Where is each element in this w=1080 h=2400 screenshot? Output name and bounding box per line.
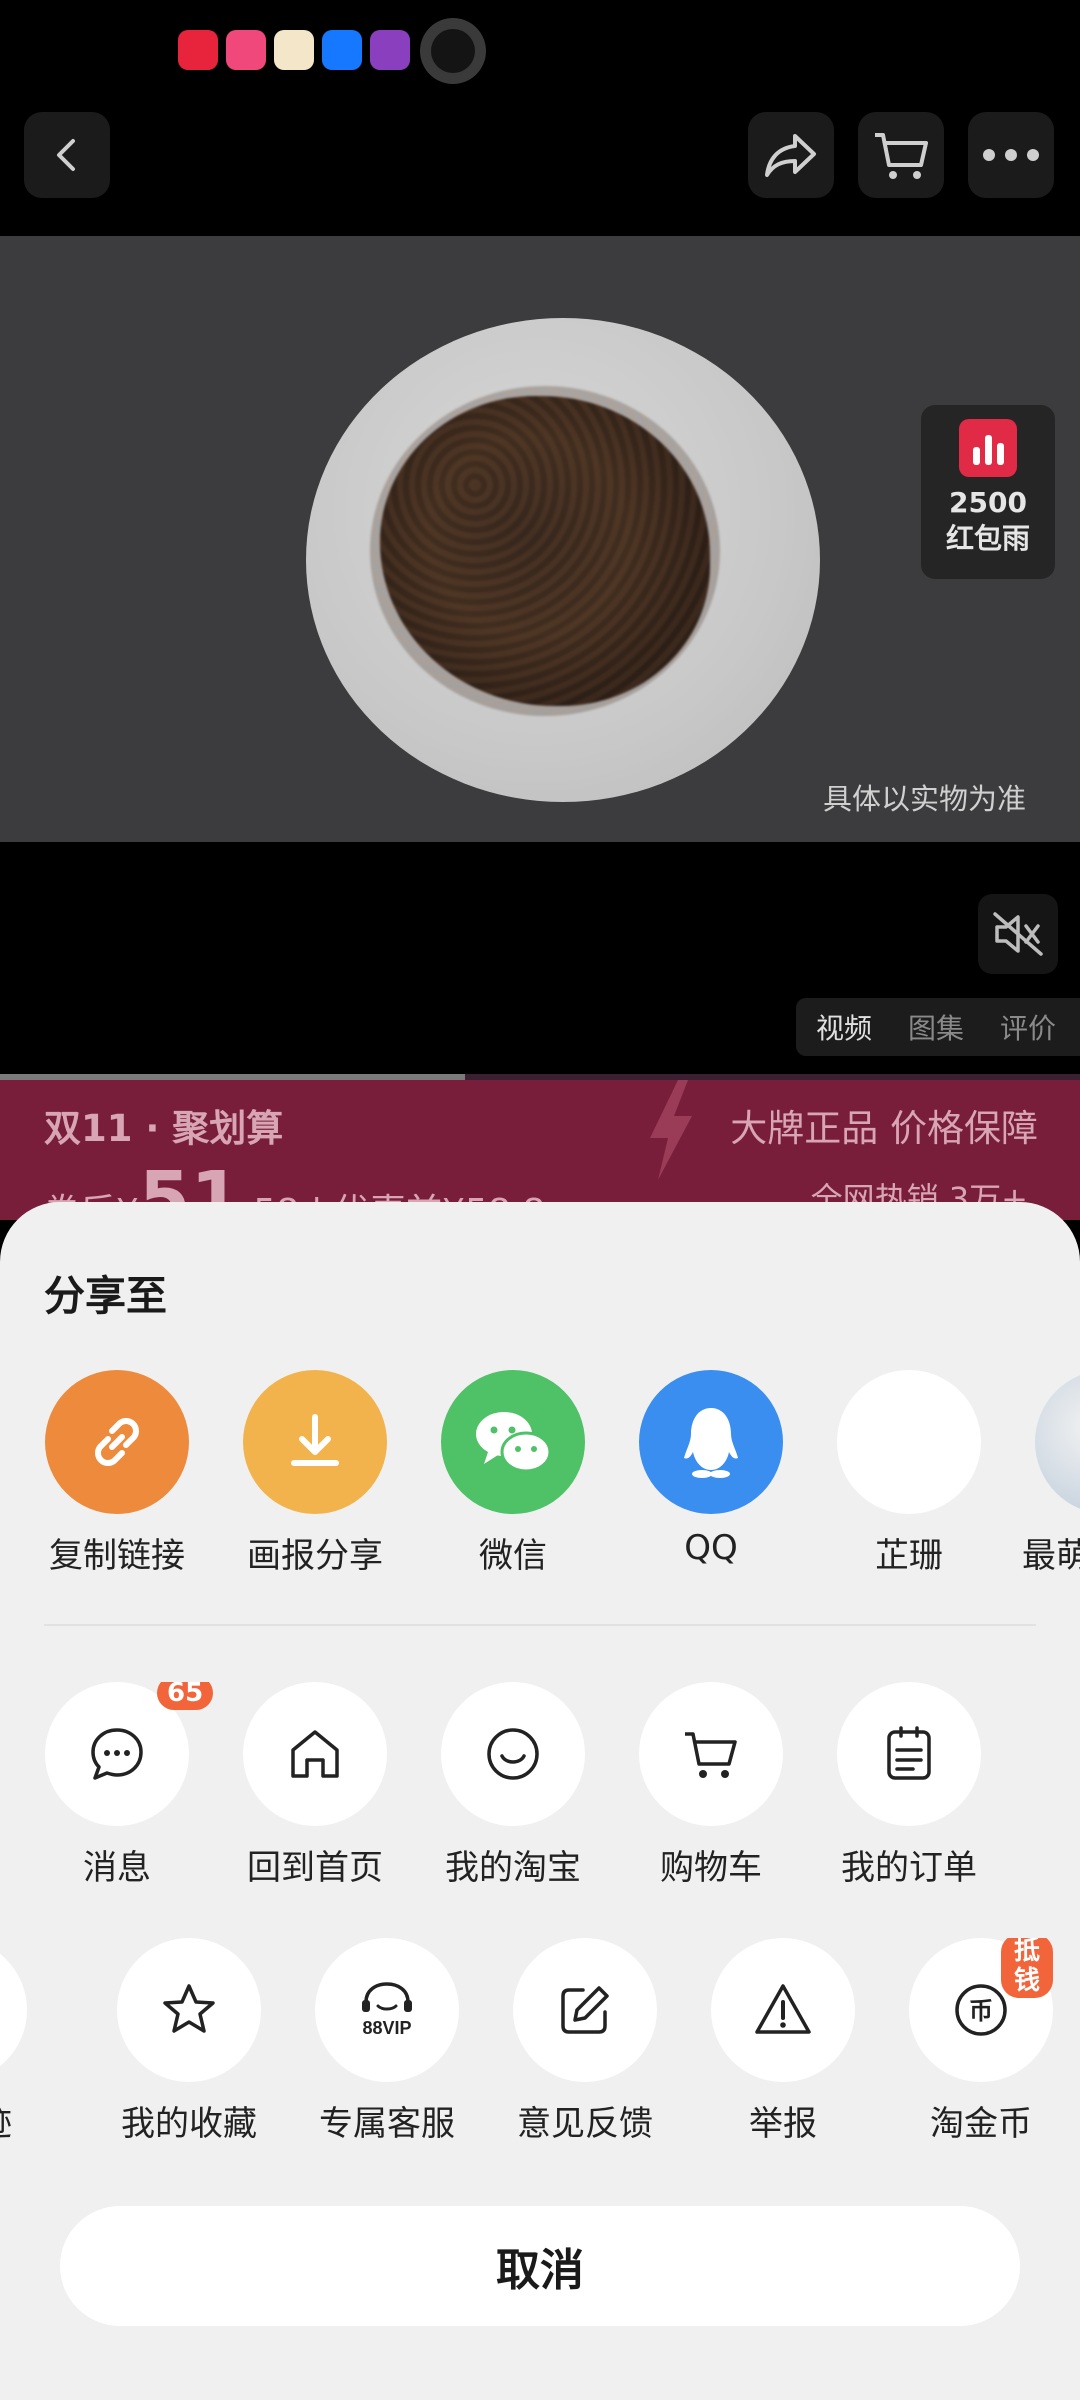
promo-brand: 双11 · 聚划算 <box>44 1107 284 1150</box>
footprint-icon <box>0 1938 27 2082</box>
message-icon: 65 <box>45 1682 214 1826</box>
tab-video[interactable]: 视频 <box>816 1007 872 1047</box>
cart-icon <box>875 133 928 179</box>
share-arrow-icon <box>765 134 816 177</box>
speaker-muted-icon <box>993 912 1043 956</box>
share-contact[interactable]: 芷珊 <box>824 1370 994 1577</box>
tab-reviews[interactable]: 评价 <box>1000 1007 1056 1047</box>
report-button[interactable]: 举报 <box>698 1938 868 2145</box>
88vip-headset-icon: 88VIP <box>315 1938 459 2082</box>
customer-service-button[interactable]: 88VIP 专属客服 <box>302 1938 472 2145</box>
quick-actions-row: 65 消息 回到首页 我的淘宝 购物车 我的订单 <box>0 1682 1080 1902</box>
status-bar-app-icons <box>178 30 410 74</box>
red-envelope-label: 红包雨 <box>945 522 1030 555</box>
quick-action-label: 消息 <box>83 1848 151 1888</box>
share-sheet-title: 分享至 <box>44 1272 167 1320</box>
chevron-left-icon <box>57 139 75 171</box>
download-icon <box>243 1370 387 1514</box>
share-button[interactable] <box>748 112 834 198</box>
quick-action-label: 我的订单 <box>841 1848 977 1888</box>
smile-icon <box>441 1682 585 1826</box>
tool-label: 淘金币 <box>930 2104 1032 2144</box>
fireworks-app-icon <box>370 30 410 70</box>
tab-gallery[interactable]: 图集 <box>908 1007 964 1047</box>
divider <box>44 1624 1036 1626</box>
home-icon <box>243 1682 387 1826</box>
share-target-label: 画报分享 <box>247 1536 383 1576</box>
footprint-button[interactable]: 足迹 <box>0 1938 40 2145</box>
order-list-icon <box>837 1682 981 1826</box>
edit-icon <box>513 1938 657 2082</box>
share-target-label: QQ <box>684 1528 738 1568</box>
tool-label: 意见反馈 <box>517 2104 653 2144</box>
taojinbi-button[interactable]: 币 抵钱 淘金币 <box>896 1938 1066 2145</box>
quick-action-label: 购物车 <box>660 1848 762 1888</box>
coin-icon: 币 抵钱 <box>909 1938 1053 2082</box>
share-target-label: 微信 <box>479 1536 547 1576</box>
quick-action-label: 我的淘宝 <box>445 1848 581 1888</box>
video-disclaimer: 具体以实物为准 <box>822 782 1026 816</box>
my-taobao-button[interactable]: 我的淘宝 <box>428 1682 598 1889</box>
favorites-button[interactable]: 我的收藏 <box>104 1938 274 2145</box>
wechat-icon <box>441 1370 585 1514</box>
quick-action-label: 回到首页 <box>247 1848 383 1888</box>
coin-badge: 抵钱 <box>1001 1938 1053 1998</box>
home-button[interactable]: 回到首页 <box>230 1682 400 1889</box>
screen-record-icon <box>420 18 486 84</box>
share-target-label: 复制链接 <box>49 1536 185 1576</box>
messages-button[interactable]: 65 消息 <box>32 1682 214 1889</box>
warning-icon <box>711 1938 855 2082</box>
mute-button[interactable] <box>978 894 1058 974</box>
share-poster[interactable]: 画报分享 <box>230 1370 400 1577</box>
qq-penguin-icon <box>639 1370 783 1514</box>
more-button[interactable] <box>968 112 1054 198</box>
back-button[interactable] <box>24 112 110 198</box>
feedback-button[interactable]: 意见反馈 <box>500 1938 670 2145</box>
share-copy-link[interactable]: 复制链接 <box>32 1370 202 1577</box>
coin-glyph: 币 <box>969 1997 993 2025</box>
cart-icon <box>639 1682 783 1826</box>
share-qq[interactable]: QQ <box>626 1370 796 1568</box>
cart-shortcut-button[interactable]: 购物车 <box>626 1682 796 1889</box>
red-envelope-logo-icon <box>959 419 1017 477</box>
my-orders-button[interactable]: 我的订单 <box>824 1682 994 1889</box>
media-tabs: 视频 图集 评价 <box>796 998 1080 1056</box>
promo-guarantee: 大牌正品 价格保障 <box>730 1107 1038 1150</box>
alipay-app-icon <box>322 30 362 70</box>
star-icon <box>117 1938 261 2082</box>
tool-label: 足迹 <box>0 2096 40 2145</box>
link-icon <box>45 1370 189 1514</box>
message-count-badge: 65 <box>157 1682 214 1710</box>
share-wechat[interactable]: 微信 <box>428 1370 598 1577</box>
lightning-icon <box>650 1080 692 1180</box>
more-dots-icon <box>983 149 1039 161</box>
shopping-app-icon <box>226 30 266 70</box>
share-contact[interactable]: 最萌 <box>1022 1370 1080 1577</box>
tool-label: 我的收藏 <box>121 2104 257 2144</box>
cart-button[interactable] <box>858 112 944 198</box>
share-target-label: 芷珊 <box>875 1536 943 1576</box>
share-target-label: 最萌 <box>1022 1536 1080 1576</box>
88vip-glyph: 88VIP <box>362 2018 411 2038</box>
avatar <box>1035 1370 1080 1514</box>
cancel-button[interactable]: 取消 <box>60 2206 1020 2326</box>
tmall-app-icon <box>178 30 218 70</box>
avatar <box>837 1370 981 1514</box>
tool-label: 专属客服 <box>319 2104 455 2144</box>
share-targets-row: 复制链接 画报分享 微信 QQ 芷珊 最萌 <box>0 1370 1080 1590</box>
character-app-icon <box>274 30 314 70</box>
red-envelope-rain-button[interactable]: 2500 红包雨 <box>921 405 1055 579</box>
promo-banner: 双11 · 聚划算 大牌正品 价格保障 券后¥51.58 | 优惠前¥58.8 … <box>0 1080 1080 1242</box>
tools-row: 足迹 我的收藏 88VIP 专属客服 意见反馈 举报 <box>0 1938 1080 2174</box>
red-envelope-count: 2500 <box>949 486 1027 519</box>
tool-label: 举报 <box>749 2104 817 2144</box>
food-image <box>370 386 720 716</box>
